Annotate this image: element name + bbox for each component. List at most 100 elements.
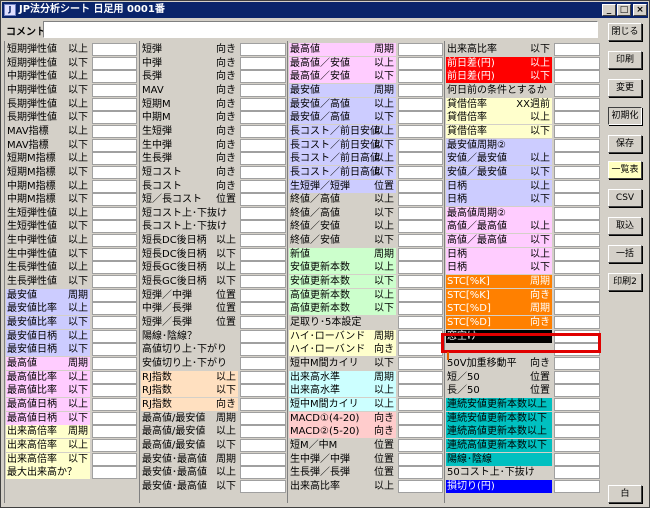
col1-value-input[interactable] — [92, 316, 137, 329]
col4-value-input[interactable] — [554, 425, 600, 439]
col3-value-input[interactable] — [398, 220, 443, 234]
col4-value-input[interactable] — [554, 452, 600, 466]
col3-value-input[interactable] — [398, 261, 443, 275]
col2-value-input[interactable] — [240, 70, 286, 84]
col2-value-input[interactable] — [240, 97, 286, 111]
col4-value-input[interactable] — [554, 261, 600, 275]
col2-value-input[interactable] — [240, 466, 286, 480]
col1-value-input[interactable] — [92, 302, 137, 316]
col2-value-input[interactable] — [240, 275, 286, 289]
col1-value-input[interactable] — [92, 70, 137, 84]
col2-value-input[interactable] — [240, 165, 286, 179]
col3-value-input[interactable] — [398, 247, 443, 261]
col3-value-input[interactable] — [398, 193, 443, 207]
col3-value-input[interactable] — [398, 356, 443, 370]
col3-value-input[interactable] — [398, 343, 443, 357]
col3-value-input[interactable] — [398, 275, 443, 289]
col3-value-input[interactable] — [398, 124, 443, 138]
col3-value-input[interactable] — [398, 97, 443, 111]
col1-value-input[interactable] — [92, 193, 137, 207]
col2-value-input[interactable] — [240, 247, 286, 261]
col4-value-input[interactable] — [554, 316, 600, 329]
col4-value-input[interactable] — [554, 397, 600, 411]
close-window-button[interactable]: × — [633, 4, 647, 16]
col3-value-input[interactable] — [398, 411, 443, 425]
col4-value-input[interactable] — [554, 302, 600, 316]
button-2[interactable]: 変更 — [608, 79, 642, 97]
minimize-button[interactable]: _ — [602, 4, 616, 16]
col2-value-input[interactable] — [240, 193, 286, 207]
col4-value-input[interactable] — [554, 165, 600, 179]
col2-value-input[interactable] — [240, 206, 286, 220]
col4-value-input[interactable] — [554, 43, 600, 56]
col4-value-input[interactable] — [554, 179, 600, 193]
col3-value-input[interactable] — [398, 316, 443, 329]
col3-value-input[interactable] — [398, 479, 443, 493]
col2-value-input[interactable] — [240, 43, 286, 56]
col2-value-input[interactable] — [240, 425, 286, 439]
col4-value-input[interactable] — [554, 356, 600, 370]
col2-value-input[interactable] — [240, 261, 286, 275]
col1-value-input[interactable] — [92, 83, 137, 97]
col3-value-input[interactable] — [398, 425, 443, 439]
col1-value-input[interactable] — [92, 438, 137, 452]
col1-value-input[interactable] — [92, 124, 137, 138]
col3-value-input[interactable] — [398, 466, 443, 480]
col2-value-input[interactable] — [240, 452, 286, 466]
col2-value-input[interactable] — [240, 316, 286, 329]
col4-value-input[interactable] — [554, 138, 600, 152]
col2-value-input[interactable] — [240, 288, 286, 302]
col4-value-input[interactable] — [554, 97, 600, 111]
col3-value-input[interactable] — [398, 397, 443, 411]
button-3[interactable]: 初期化 — [608, 107, 642, 125]
col4-value-input[interactable] — [554, 247, 600, 261]
col4-value-input[interactable] — [554, 56, 600, 70]
col2-value-input[interactable] — [240, 234, 286, 248]
col1-value-input[interactable] — [92, 43, 137, 56]
col3-value-input[interactable] — [398, 56, 443, 70]
col1-value-input[interactable] — [92, 111, 137, 125]
col4-value-input[interactable] — [554, 411, 600, 425]
button-1[interactable]: 印刷 — [608, 51, 642, 69]
col2-value-input[interactable] — [240, 411, 286, 425]
col2-value-input[interactable] — [240, 343, 286, 357]
col3-value-input[interactable] — [398, 43, 443, 56]
maximize-button[interactable]: □ — [617, 4, 631, 16]
col2-value-input[interactable] — [240, 220, 286, 234]
col3-value-input[interactable] — [398, 70, 443, 84]
col1-value-input[interactable] — [92, 165, 137, 179]
col2-value-input[interactable] — [240, 124, 286, 138]
col4-value-input[interactable] — [554, 83, 600, 97]
col3-value-input[interactable] — [398, 302, 443, 316]
col2-value-input[interactable] — [240, 384, 286, 398]
col1-value-input[interactable] — [92, 288, 137, 302]
col4-value-input[interactable] — [554, 234, 600, 248]
col2-value-input[interactable] — [240, 179, 286, 193]
button-10[interactable]: 白 — [608, 485, 642, 503]
col1-value-input[interactable] — [92, 452, 137, 466]
col3-value-input[interactable] — [398, 370, 443, 384]
comment-input[interactable] — [43, 21, 598, 38]
col2-value-input[interactable] — [240, 329, 286, 343]
col1-value-input[interactable] — [92, 206, 137, 220]
col1-value-input[interactable] — [92, 97, 137, 111]
button-9[interactable]: 印刷2 — [608, 273, 642, 291]
col3-value-input[interactable] — [398, 234, 443, 248]
col4-value-input[interactable] — [554, 70, 600, 84]
col2-value-input[interactable] — [240, 370, 286, 384]
col4-value-input[interactable] — [554, 111, 600, 125]
col2-value-input[interactable] — [240, 56, 286, 70]
button-4[interactable]: 保存 — [608, 135, 642, 153]
button-6[interactable]: CSV — [608, 189, 642, 207]
col3-value-input[interactable] — [398, 165, 443, 179]
col1-value-input[interactable] — [92, 275, 137, 289]
col3-value-input[interactable] — [398, 152, 443, 166]
col2-value-input[interactable] — [240, 356, 286, 370]
col2-value-input[interactable] — [240, 83, 286, 97]
col1-value-input[interactable] — [92, 397, 137, 411]
col3-value-input[interactable] — [398, 83, 443, 97]
button-7[interactable]: 取込 — [608, 217, 642, 235]
col4-value-input[interactable] — [554, 152, 600, 166]
col4-value-input[interactable] — [554, 288, 600, 302]
col3-value-input[interactable] — [398, 329, 443, 343]
